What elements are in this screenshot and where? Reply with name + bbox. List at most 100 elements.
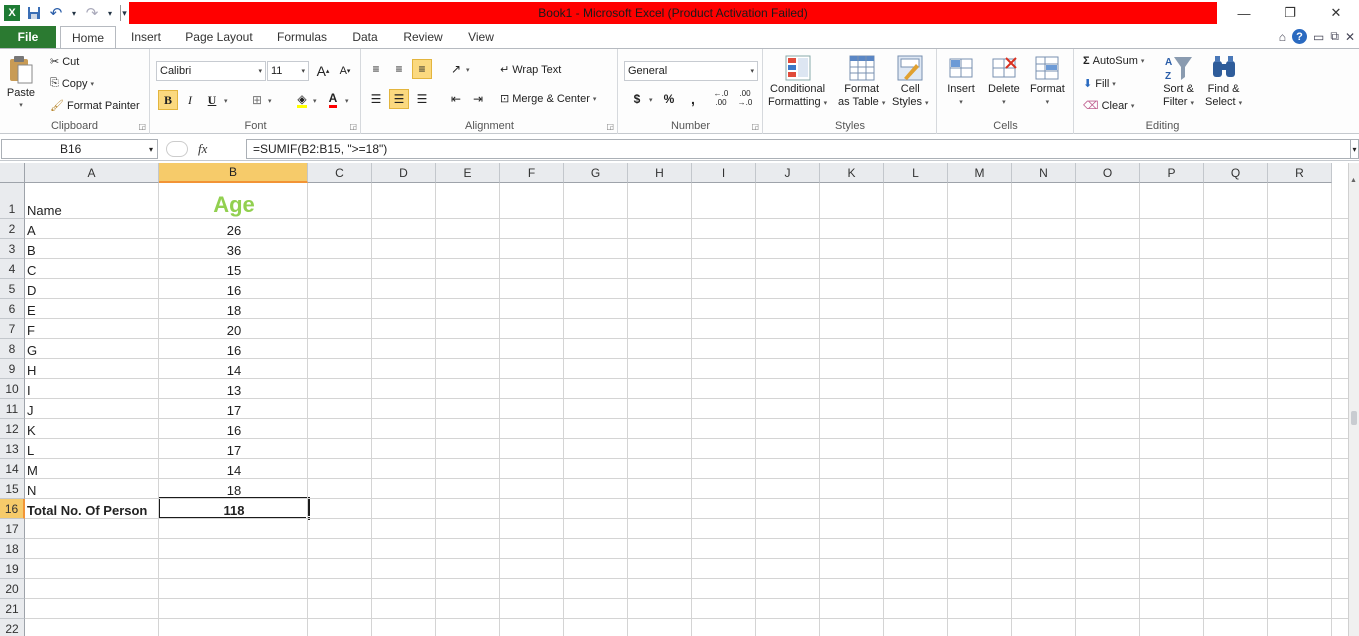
redo-dropdown-icon[interactable]: ▾ <box>106 5 114 21</box>
cell-k15[interactable] <box>820 479 884 499</box>
cell-b22[interactable] <box>160 619 308 636</box>
cell-i7[interactable] <box>692 319 756 339</box>
row-header-7[interactable]: 7 <box>0 319 25 339</box>
fill-color-dropdown-icon[interactable]: ▾ <box>313 97 317 105</box>
cell-e11[interactable] <box>436 399 500 419</box>
middle-align-button[interactable]: ≡ <box>389 59 409 79</box>
cell-c17[interactable] <box>308 519 372 539</box>
cell-f20[interactable] <box>500 579 564 599</box>
cell-g17[interactable] <box>564 519 628 539</box>
cell-a18[interactable] <box>27 539 157 559</box>
cell-g16[interactable] <box>564 499 628 519</box>
tab-data[interactable]: Data <box>342 26 388 48</box>
grow-font-button[interactable]: A ▴ <box>313 61 333 81</box>
cell-l20[interactable] <box>884 579 948 599</box>
percent-button[interactable]: % <box>659 89 679 109</box>
bottom-align-button[interactable]: ≡ <box>412 59 432 79</box>
cell-e10[interactable] <box>436 379 500 399</box>
row-header-1[interactable]: 1 <box>0 183 25 219</box>
decrease-indent-button[interactable]: ⇤ <box>446 89 466 109</box>
cell-m4[interactable] <box>948 259 1012 279</box>
cell-b5[interactable]: 16 <box>160 279 308 299</box>
cell-h20[interactable] <box>628 579 692 599</box>
cell-o11[interactable] <box>1076 399 1140 419</box>
cell-n17[interactable] <box>1012 519 1076 539</box>
cell-f10[interactable] <box>500 379 564 399</box>
cell-j8[interactable] <box>756 339 820 359</box>
cell-d10[interactable] <box>372 379 436 399</box>
cell-p3[interactable] <box>1140 239 1204 259</box>
cell-o21[interactable] <box>1076 599 1140 619</box>
cell-k19[interactable] <box>820 559 884 579</box>
cell-p22[interactable] <box>1140 619 1204 636</box>
format-painter-button[interactable]: 🖌 Format Painter <box>50 99 140 113</box>
column-header-n[interactable]: N <box>1012 163 1076 183</box>
cell-r20[interactable] <box>1268 579 1332 599</box>
cell-h10[interactable] <box>628 379 692 399</box>
cell-e4[interactable] <box>436 259 500 279</box>
cell-d9[interactable] <box>372 359 436 379</box>
cell-l22[interactable] <box>884 619 948 636</box>
cell-m13[interactable] <box>948 439 1012 459</box>
fill-button[interactable]: ⬇ Fill ▾ <box>1083 77 1116 91</box>
cell-o22[interactable] <box>1076 619 1140 636</box>
cell-e8[interactable] <box>436 339 500 359</box>
cell-f15[interactable] <box>500 479 564 499</box>
cell-e19[interactable] <box>436 559 500 579</box>
clipboard-launcher-icon[interactable]: ◲ <box>138 122 146 131</box>
row-header-14[interactable]: 14 <box>0 459 25 479</box>
cell-r2[interactable] <box>1268 219 1332 239</box>
cell-g10[interactable] <box>564 379 628 399</box>
cell-f1[interactable] <box>500 183 564 219</box>
cell-g5[interactable] <box>564 279 628 299</box>
cell-j15[interactable] <box>756 479 820 499</box>
cell-k13[interactable] <box>820 439 884 459</box>
cell-m14[interactable] <box>948 459 1012 479</box>
cell-m1[interactable] <box>948 183 1012 219</box>
cut-button[interactable]: ✂ Cut <box>50 55 79 69</box>
cell-a22[interactable] <box>27 619 157 636</box>
cell-q18[interactable] <box>1204 539 1268 559</box>
cell-p10[interactable] <box>1140 379 1204 399</box>
cell-a1[interactable]: Name <box>27 183 157 219</box>
cell-q9[interactable] <box>1204 359 1268 379</box>
cell-n20[interactable] <box>1012 579 1076 599</box>
find-select-button[interactable]: Find & Select ▾ <box>1205 53 1242 110</box>
cell-b6[interactable]: 18 <box>160 299 308 319</box>
cell-k8[interactable] <box>820 339 884 359</box>
cell-i13[interactable] <box>692 439 756 459</box>
scroll-up-icon[interactable]: ▲ <box>1350 177 1357 184</box>
cell-a19[interactable] <box>27 559 157 579</box>
cell-c14[interactable] <box>308 459 372 479</box>
cell-f2[interactable] <box>500 219 564 239</box>
cell-h9[interactable] <box>628 359 692 379</box>
cell-o17[interactable] <box>1076 519 1140 539</box>
cell-a7[interactable]: F <box>27 319 157 339</box>
cell-i8[interactable] <box>692 339 756 359</box>
clear-button[interactable]: ⌫ Clear ▾ <box>1083 99 1134 113</box>
cell-o19[interactable] <box>1076 559 1140 579</box>
cell-a10[interactable]: I <box>27 379 157 399</box>
cell-j7[interactable] <box>756 319 820 339</box>
cell-f8[interactable] <box>500 339 564 359</box>
cell-m17[interactable] <box>948 519 1012 539</box>
borders-dropdown-icon[interactable]: ▾ <box>268 97 272 105</box>
cell-e12[interactable] <box>436 419 500 439</box>
cell-e1[interactable] <box>436 183 500 219</box>
cell-b17[interactable] <box>160 519 308 539</box>
conditional-formatting-button[interactable]: Conditional Formatting ▾ <box>768 53 827 110</box>
cell-n11[interactable] <box>1012 399 1076 419</box>
cell-n13[interactable] <box>1012 439 1076 459</box>
column-header-q[interactable]: Q <box>1204 163 1268 183</box>
cell-r3[interactable] <box>1268 239 1332 259</box>
cell-d12[interactable] <box>372 419 436 439</box>
cell-j11[interactable] <box>756 399 820 419</box>
row-header-13[interactable]: 13 <box>0 439 25 459</box>
cell-l13[interactable] <box>884 439 948 459</box>
paste-button[interactable]: Paste ▾ <box>6 55 36 109</box>
copy-button[interactable]: ⎘ Copy ▾ <box>50 77 94 90</box>
cell-d2[interactable] <box>372 219 436 239</box>
cell-i18[interactable] <box>692 539 756 559</box>
cell-g19[interactable] <box>564 559 628 579</box>
cell-p12[interactable] <box>1140 419 1204 439</box>
